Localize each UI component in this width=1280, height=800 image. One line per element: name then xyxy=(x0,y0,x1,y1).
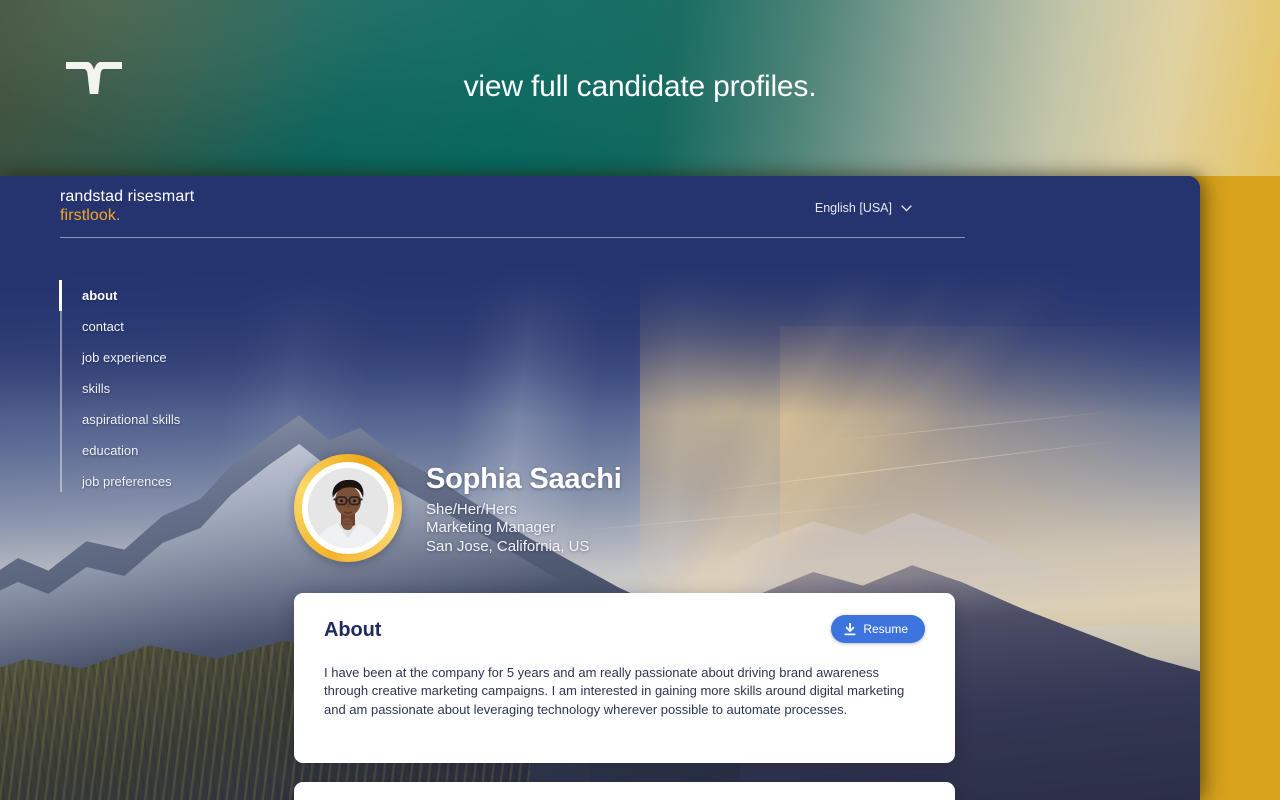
brand-name: randstad risesmart xyxy=(60,188,195,205)
sidebar-item-label: about xyxy=(82,288,118,303)
profile-pronouns: She/Her/Hers xyxy=(426,500,517,518)
sidebar-item-label: education xyxy=(82,443,139,458)
sidebar-item-job-experience[interactable]: job experience xyxy=(60,342,275,373)
sidebar-item-label: job preferences xyxy=(82,474,172,489)
page-title: Sophia Saachi xyxy=(426,463,622,495)
sidebar-item-label: job experience xyxy=(82,350,167,365)
sidebar-item-job-preferences[interactable]: job preferences xyxy=(60,466,275,497)
brand-product: firstlook. xyxy=(60,206,121,224)
app-window: randstad risesmart firstlook. English [U… xyxy=(0,176,1200,800)
profile-location: San Jose, California, US xyxy=(426,538,590,556)
sidebar-item-label: skills xyxy=(82,381,111,396)
profile-details: Sophia Saachi She/Her/Hers Marketing Man… xyxy=(426,454,622,557)
resume-button-label: Resume xyxy=(863,622,908,636)
language-selector[interactable]: English [USA] xyxy=(815,201,912,215)
page-root: view full candidate profiles. randstad r… xyxy=(0,0,1280,800)
avatar-photo xyxy=(308,468,388,548)
header-divider xyxy=(60,237,965,238)
language-label: English [USA] xyxy=(814,201,892,215)
chevron-down-icon xyxy=(901,204,912,212)
sidebar-item-education[interactable]: education xyxy=(60,435,275,466)
about-card-body: I have been at the company for 5 years a… xyxy=(324,665,905,717)
promo-banner: view full candidate profiles. xyxy=(0,0,1280,176)
avatar-ring xyxy=(302,462,394,554)
sidebar-item-aspirational-skills[interactable]: aspirational skills xyxy=(60,404,275,435)
about-card: About Resume I have been at the company … xyxy=(294,593,955,763)
sidebar-item-about[interactable]: about xyxy=(59,280,275,311)
job-experience-card: Job Experience Digital Marketing Manager… xyxy=(294,782,955,800)
sidebar-item-skills[interactable]: skills xyxy=(60,373,275,404)
download-icon xyxy=(844,622,856,635)
profile-role: Marketing Manager xyxy=(426,519,556,537)
resume-button[interactable]: Resume xyxy=(831,615,925,643)
sidebar-item-label: aspirational skills xyxy=(82,412,181,427)
sidebar-item-contact[interactable]: contact xyxy=(60,311,275,342)
sidebar-item-label: contact xyxy=(82,319,124,334)
promo-headline: view full candidate profiles. xyxy=(463,70,817,103)
avatar xyxy=(294,454,402,562)
sidebar-nav: about contact job experience skills aspi… xyxy=(59,280,275,497)
brand-logo[interactable]: randstad risesmart firstlook. xyxy=(60,188,194,226)
profile-header: Sophia Saachi She/Her/Hers Marketing Man… xyxy=(294,454,622,562)
